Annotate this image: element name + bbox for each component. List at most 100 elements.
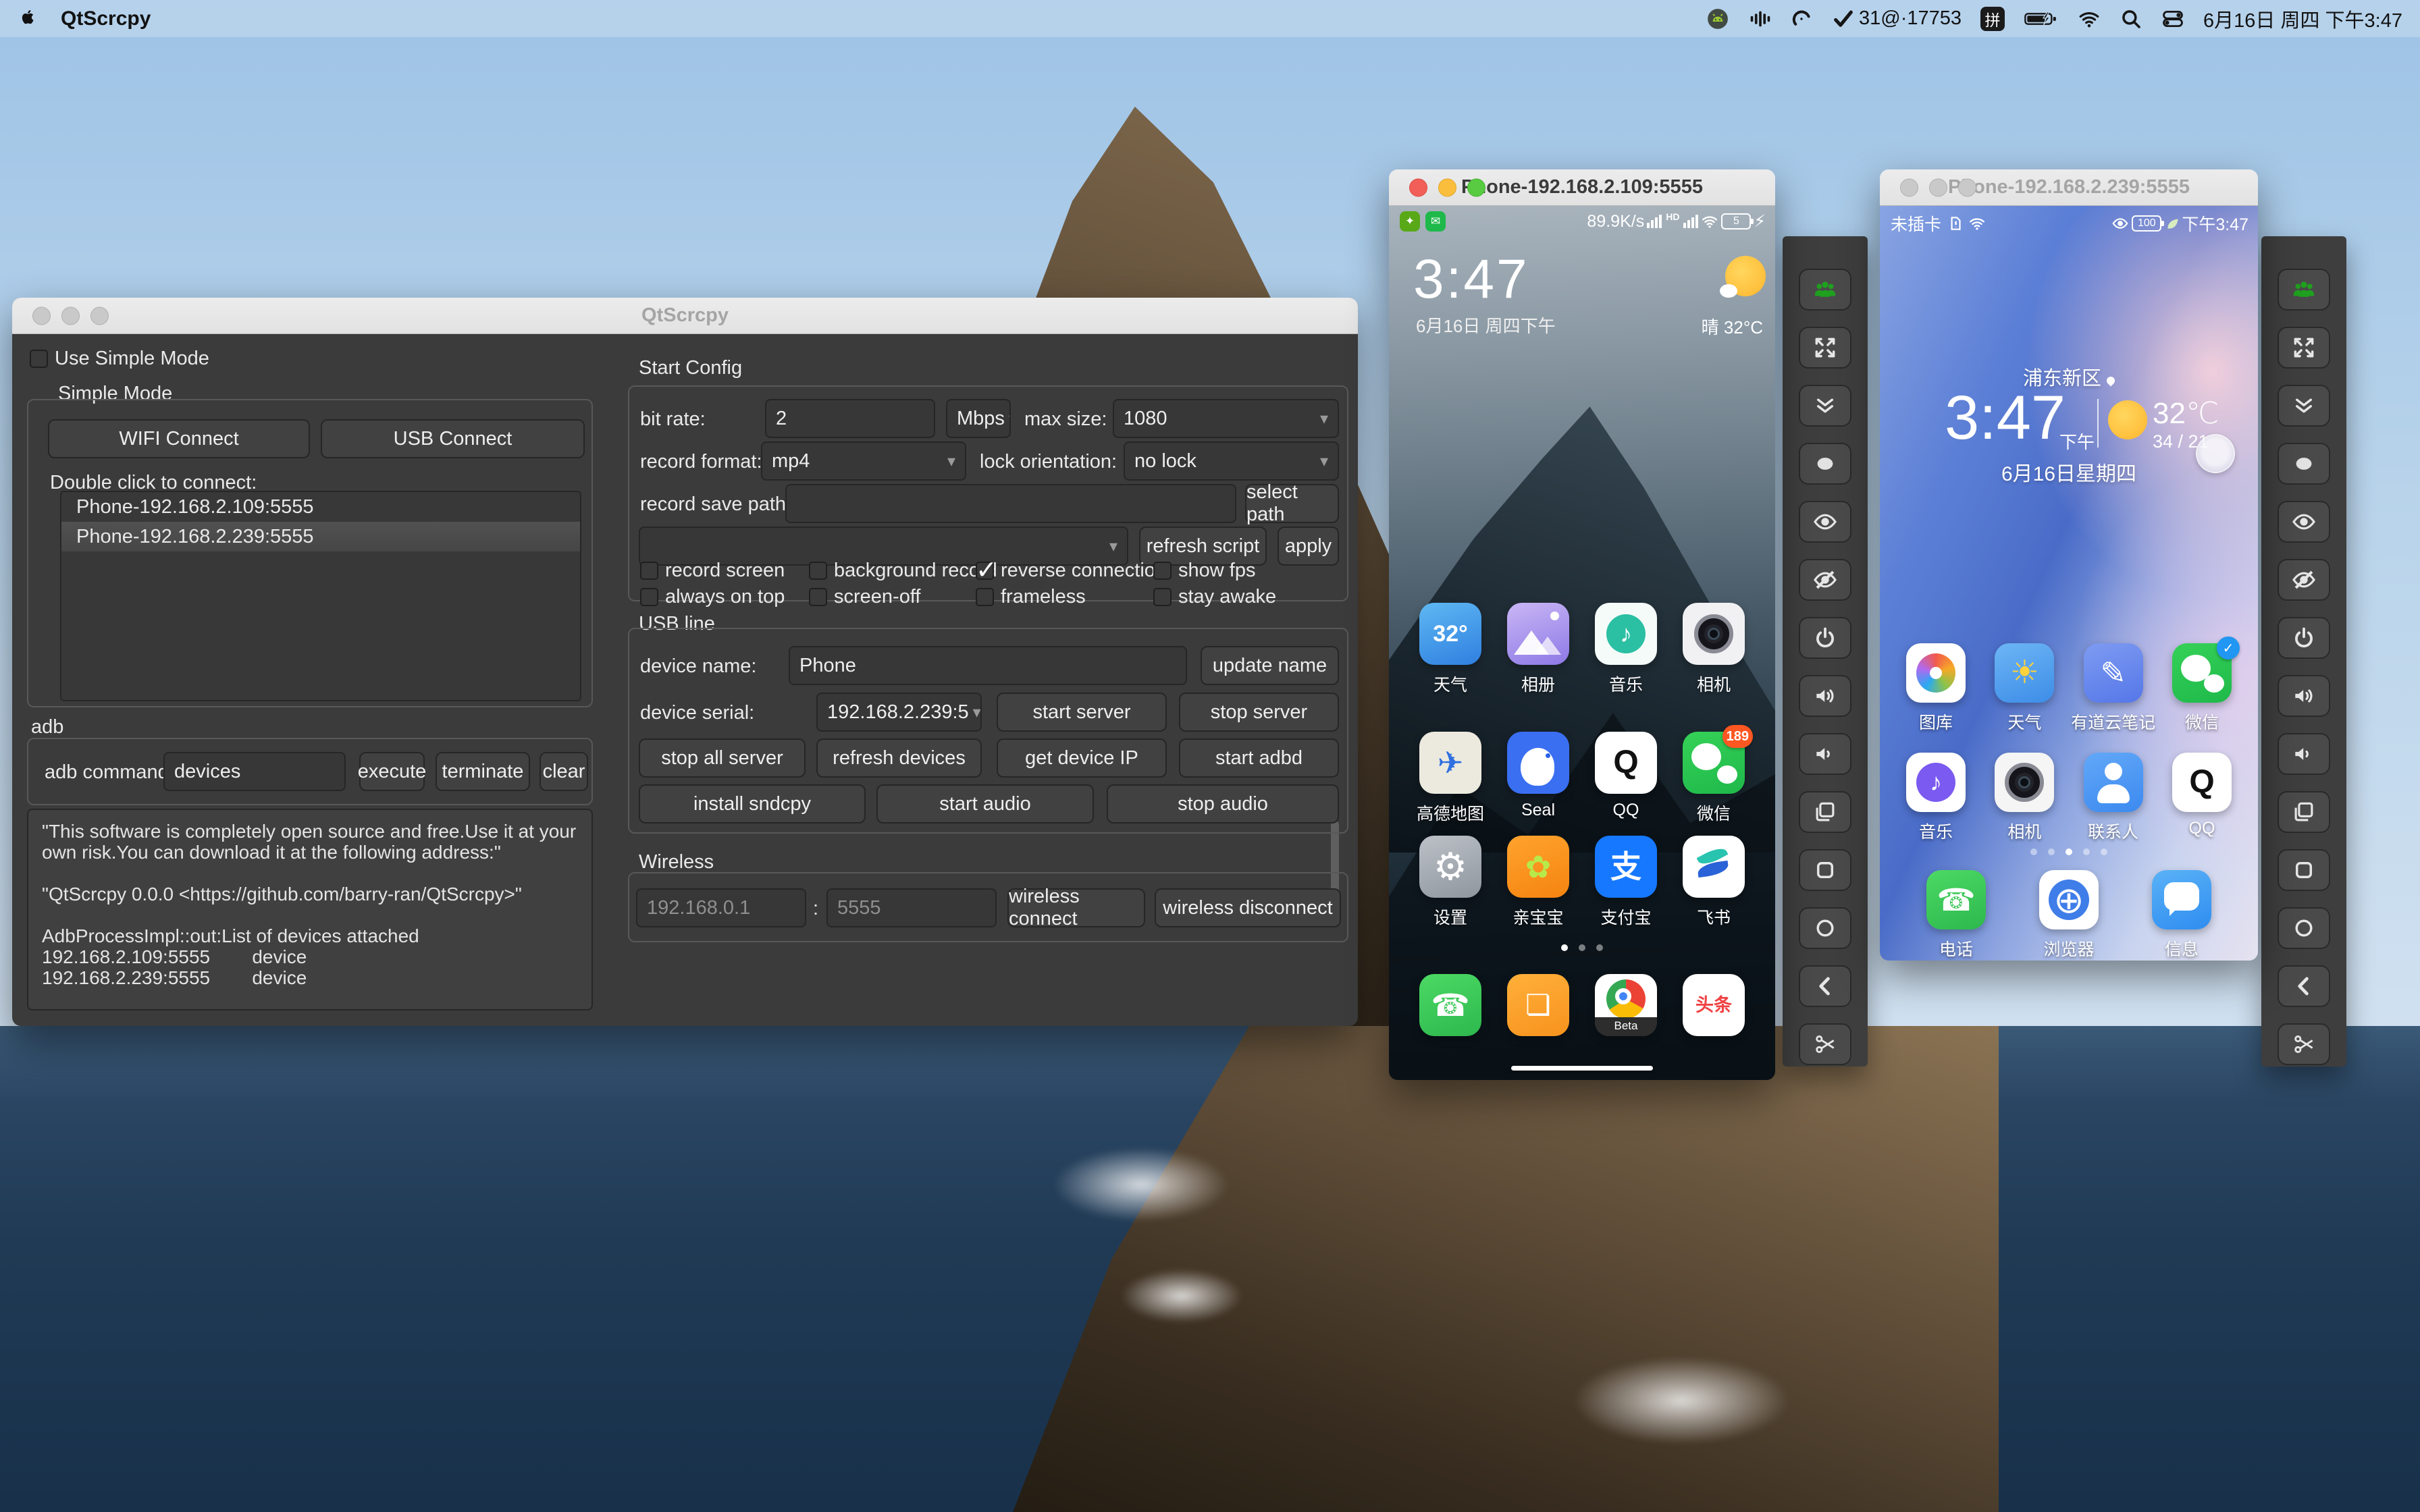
- record-save-path-input[interactable]: [785, 484, 1236, 523]
- 联系人-icon[interactable]: [2083, 753, 2143, 812]
- app-dock-item[interactable]: ❏: [1501, 974, 1575, 1036]
- minimize-button[interactable]: [1929, 178, 1947, 196]
- start-server-button[interactable]: start server: [997, 693, 1167, 732]
- screen-off-eye-button[interactable]: [1799, 559, 1851, 601]
- expand-panel-button[interactable]: [2278, 385, 2330, 427]
- device-list-item[interactable]: Phone-192.168.2.109:5555: [61, 492, 580, 522]
- stop-all-server-button[interactable]: stop all server: [639, 738, 806, 778]
- device-name-input[interactable]: Phone: [789, 646, 1187, 685]
- screenshot-scissors-button[interactable]: [2278, 1023, 2330, 1065]
- 音乐-icon[interactable]: ♪: [1595, 603, 1657, 665]
- menu-button[interactable]: [2278, 849, 2330, 891]
- volume-down-button[interactable]: [1799, 733, 1851, 775]
- config-checkbox[interactable]: frameless: [976, 586, 1153, 608]
- config-checkbox[interactable]: ✓ reverse connection: [976, 556, 1166, 585]
- 亲宝宝-icon[interactable]: ✿: [1507, 836, 1569, 898]
- device-serial-select[interactable]: 192.168.2.239:5 ▾: [816, 693, 982, 732]
- 设置-icon[interactable]: ⚙: [1419, 836, 1481, 898]
- screen-off-eye-button[interactable]: [2278, 559, 2330, 601]
- app-icon[interactable]: ❏: [1507, 974, 1569, 1036]
- app-相机[interactable]: 相机: [1987, 753, 2061, 843]
- app-飞书[interactable]: 飞书: [1677, 836, 1751, 929]
- app-icon[interactable]: Beta: [1595, 974, 1657, 1036]
- app-icon[interactable]: 头条: [1683, 974, 1745, 1036]
- QQ-icon[interactable]: Q: [1595, 732, 1657, 794]
- apple-logo-icon[interactable]: [18, 7, 38, 30]
- 有道云笔记-icon[interactable]: ✎: [2083, 643, 2143, 703]
- search-icon[interactable]: [2120, 7, 2142, 30]
- group-control-button[interactable]: [1799, 269, 1851, 310]
- menubar-app-name[interactable]: QtScrcpy: [61, 7, 151, 30]
- 相册-icon[interactable]: [1507, 603, 1569, 665]
- screenshot-scissors-button[interactable]: [1799, 1023, 1851, 1065]
- app-有道云笔记[interactable]: ✎ 有道云笔记: [2071, 643, 2155, 734]
- bit-rate-unit-select[interactable]: Mbps▾: [946, 399, 1011, 438]
- start-adbd-button[interactable]: start adbd: [1179, 738, 1339, 778]
- touch-button[interactable]: [1799, 443, 1851, 485]
- app-QQ[interactable]: Q QQ: [2165, 753, 2239, 843]
- execute-button[interactable]: execute: [358, 752, 426, 791]
- close-button[interactable]: [32, 306, 51, 325]
- app-微信[interactable]: ✓ 微信: [2165, 637, 2240, 734]
- app-dock-item[interactable]: 头条: [1677, 974, 1751, 1036]
- zoom-button[interactable]: [1958, 178, 1976, 196]
- lock-orientation-select[interactable]: no lock ▾: [1124, 441, 1339, 481]
- minimize-button[interactable]: [61, 306, 80, 325]
- clear-button[interactable]: clear: [540, 752, 588, 791]
- wifi-connect-button[interactable]: WIFI Connect: [48, 419, 310, 458]
- fullscreen-button[interactable]: [2278, 327, 2330, 369]
- stop-server-button[interactable]: stop server: [1179, 693, 1339, 732]
- 相机-icon[interactable]: [1683, 603, 1745, 665]
- back-button[interactable]: [2278, 965, 2330, 1007]
- 微信-icon[interactable]: 189: [1683, 725, 1753, 794]
- app-设置[interactable]: ⚙ 设置: [1413, 836, 1488, 929]
- stop-audio-button[interactable]: stop audio: [1107, 784, 1339, 824]
- app-switch-button[interactable]: [1799, 791, 1851, 833]
- update-name-button[interactable]: update name: [1201, 646, 1339, 685]
- home-indicator[interactable]: [1511, 1066, 1653, 1071]
- traffic-lights[interactable]: [32, 306, 109, 325]
- phone1-titlebar[interactable]: Phone-192.168.2.109:5555: [1389, 169, 1775, 206]
- app-浏览器[interactable]: ⊕ 浏览器: [2032, 870, 2106, 961]
- app-天气[interactable]: 32° 天气: [1413, 603, 1488, 696]
- usb-connect-button[interactable]: USB Connect: [321, 419, 585, 458]
- record-format-select[interactable]: mp4 ▾: [761, 441, 966, 481]
- phone2-titlebar[interactable]: Phone-192.168.2.239:5555: [1880, 169, 2258, 206]
- 信息-icon[interactable]: [2152, 870, 2211, 929]
- 天气-icon[interactable]: 32°: [1419, 603, 1481, 665]
- group-control-button[interactable]: [2278, 269, 2330, 310]
- phone2-screen[interactable]: 未插卡 100 下午3:47 浦东新区 3:47 下午 32℃ 34 / 21 …: [1880, 206, 2258, 961]
- refresh-devices-button[interactable]: refresh devices: [816, 738, 982, 778]
- config-checkbox[interactable]: always on top: [640, 586, 809, 608]
- 图库-icon[interactable]: [1906, 643, 1966, 703]
- close-button[interactable]: [1900, 178, 1918, 196]
- app-支付宝[interactable]: 支支付宝: [1589, 836, 1663, 929]
- install-sndcpy-button[interactable]: install sndcpy: [639, 784, 866, 824]
- terminate-button[interactable]: terminate: [436, 752, 530, 791]
- menubar-clock[interactable]: 6月16日 周四 下午3:47: [2203, 5, 2402, 33]
- 支付宝-icon[interactable]: 支: [1595, 836, 1657, 898]
- volume-up-button[interactable]: [2278, 675, 2330, 717]
- bit-rate-input[interactable]: 2: [765, 399, 935, 438]
- wireless-disconnect-button[interactable]: wireless disconnect: [1155, 888, 1341, 927]
- use-simple-mode-checkbox[interactable]: Use Simple Mode: [30, 348, 209, 370]
- app-dock-item[interactable]: Beta: [1589, 974, 1663, 1036]
- screen-on-eye-button[interactable]: [2278, 501, 2330, 543]
- 天气-icon[interactable]: ☀: [1995, 643, 2055, 703]
- device-list[interactable]: Phone-192.168.2.109:5555 Phone-192.168.2.…: [60, 491, 581, 701]
- swirl-icon[interactable]: [1790, 7, 1813, 30]
- app-信息[interactable]: 信息: [2145, 870, 2219, 961]
- app-相册[interactable]: 相册: [1501, 603, 1575, 696]
- wireless-ip-input[interactable]: 192.168.0.1: [636, 888, 806, 927]
- app-相机[interactable]: 相机: [1677, 603, 1751, 696]
- minimize-button[interactable]: [1438, 178, 1456, 196]
- screen-on-eye-button[interactable]: [1799, 501, 1851, 543]
- android-icon[interactable]: [1706, 7, 1729, 30]
- Seal-icon[interactable]: [1507, 732, 1569, 794]
- fullscreen-button[interactable]: [1799, 327, 1851, 369]
- app-天气[interactable]: ☀ 天气: [1987, 643, 2061, 734]
- power-button[interactable]: [1799, 617, 1851, 659]
- back-button[interactable]: [1799, 965, 1851, 1007]
- menu-button[interactable]: [1799, 849, 1851, 891]
- home-button[interactable]: [2278, 907, 2330, 949]
